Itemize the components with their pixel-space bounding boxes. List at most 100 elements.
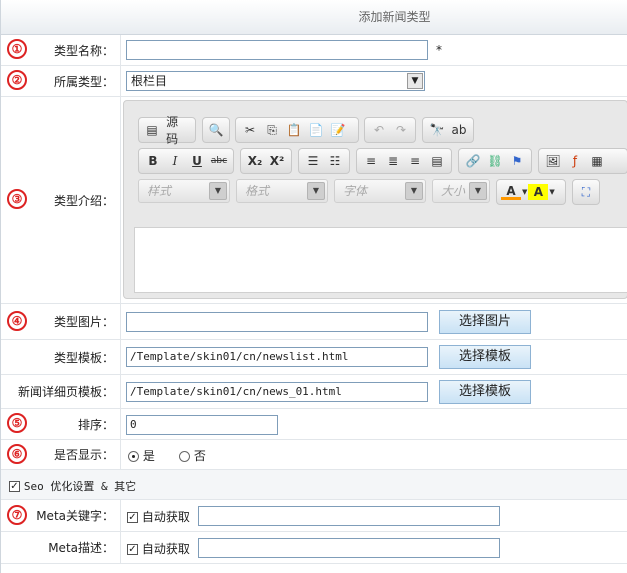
bold-button[interactable]: B <box>143 151 163 171</box>
font-combo-label: 字体 <box>343 184 368 198</box>
row-seo-section: ✓ Seo 优化设置 & 其它 <box>1 470 627 500</box>
chevron-down-icon[interactable]: ▼ <box>549 188 554 196</box>
paste-icon[interactable]: 📋 <box>284 120 304 140</box>
meta-keywords-auto-checkbox[interactable]: ✓ <box>127 512 138 523</box>
style-combo[interactable]: 样式 ▼ <box>138 179 230 203</box>
italic-button[interactable]: I <box>165 151 185 171</box>
visible-yes-option[interactable]: 是 <box>128 447 155 464</box>
color-group: A ▼ A ▼ <box>496 179 566 205</box>
find-icon[interactable]: 🔭 <box>427 120 447 140</box>
visible-no-option[interactable]: 否 <box>179 447 206 464</box>
row-type-image: ④ 类型图片： 选择图片 <box>1 304 627 340</box>
paste-word-icon[interactable]: 📝 <box>328 120 348 140</box>
chevron-down-icon[interactable]: ▼ <box>405 182 423 200</box>
chevron-down-icon[interactable]: ▼ <box>307 182 325 200</box>
sort-input[interactable]: 0 <box>126 415 278 435</box>
replace-icon[interactable]: ab <box>449 120 469 140</box>
align-right-icon[interactable]: ≡ <box>405 151 425 171</box>
basic-style-group: B I U abc <box>138 148 234 174</box>
redo-icon[interactable]: ↷ <box>391 120 411 140</box>
undo-group: ↶ ↷ <box>364 117 416 143</box>
font-color-button[interactable]: A <box>501 184 521 200</box>
detail-template-input[interactable]: /Template/skin01/cn/news_01.html <box>126 382 428 402</box>
format-combo[interactable]: 格式 ▼ <box>236 179 328 203</box>
bg-color-button[interactable]: A <box>528 184 549 200</box>
size-combo-label: 大小 <box>441 184 466 198</box>
type-name-input[interactable] <box>126 40 428 60</box>
form-title: 添加新闻类型 <box>1 0 627 35</box>
type-template-label: 类型模板： <box>1 340 121 374</box>
preview-icon[interactable]: 🔍 <box>207 120 225 140</box>
meta-description-input[interactable] <box>198 538 500 558</box>
table-icon[interactable]: ▦ <box>587 151 607 171</box>
align-justify-icon[interactable]: ▤ <box>427 151 447 171</box>
chevron-down-icon[interactable]: ▼ <box>209 182 227 200</box>
preview-group: 🔍 <box>202 117 230 143</box>
maximize-group: ⛶ <box>572 179 600 205</box>
type-image-label: 类型图片： <box>1 304 121 339</box>
meta-keywords-auto-label: 自动获取 <box>141 510 190 524</box>
visible-yes-radio[interactable] <box>128 451 139 462</box>
visible-yes-text: 是 <box>142 449 155 463</box>
link-group: 🔗 ⛓ ⚑ <box>458 148 532 174</box>
list-group: ☰ ☷ <box>298 148 350 174</box>
parent-type-select[interactable]: 根栏目 ▼ <box>126 71 425 91</box>
align-center-icon[interactable]: ≣ <box>383 151 403 171</box>
source-button[interactable]: 源码 <box>163 115 191 146</box>
bulleted-list-icon[interactable]: ☷ <box>325 151 345 171</box>
meta-keywords-auto[interactable]: ✓ 自动获取 <box>127 508 190 525</box>
row-meta-keywords: ⑦ Meta关键字： ✓ 自动获取 <box>1 500 627 532</box>
align-left-icon[interactable]: ≡ <box>361 151 381 171</box>
seo-toggle[interactable]: ✓ Seo 优化设置 & 其它 <box>9 478 136 494</box>
subscript-button[interactable]: X₂ <box>245 151 265 171</box>
required-mark: * <box>436 43 442 57</box>
meta-description-auto[interactable]: ✓ 自动获取 <box>127 540 190 557</box>
link-icon[interactable]: 🔗 <box>463 151 483 171</box>
align-group: ≡ ≣ ≡ ▤ <box>356 148 452 174</box>
select-image-button[interactable]: 选择图片 <box>439 310 531 334</box>
type-template-input[interactable]: /Template/skin01/cn/newslist.html <box>126 347 428 367</box>
superscript-button[interactable]: X² <box>267 151 287 171</box>
size-combo[interactable]: 大小 ▼ <box>432 179 490 203</box>
add-news-type-form: 添加新闻类型 ① 类型名称： * ② 所属类型： 根栏目 ▼ ③ 类型介绍： ▤… <box>0 0 627 573</box>
chevron-down-icon[interactable]: ▼ <box>469 182 487 200</box>
meta-keywords-label: Meta关键字： <box>1 500 121 531</box>
editor-content-area[interactable] <box>134 227 627 293</box>
meta-keywords-input[interactable] <box>198 506 500 526</box>
anchor-flag-icon[interactable]: ⚑ <box>507 151 527 171</box>
numbered-list-icon[interactable]: ☰ <box>303 151 323 171</box>
chevron-down-icon[interactable]: ▼ <box>522 188 527 196</box>
row-type-template: 类型模板： /Template/skin01/cn/newslist.html … <box>1 340 627 375</box>
meta-description-auto-checkbox[interactable]: ✓ <box>127 544 138 555</box>
row-sort: ⑤ 排序： 0 <box>1 409 627 440</box>
undo-icon[interactable]: ↶ <box>369 120 389 140</box>
select-template-button[interactable]: 选择模板 <box>439 345 531 369</box>
paste-text-icon[interactable]: 📄 <box>306 120 326 140</box>
chevron-down-icon[interactable]: ▼ <box>407 73 423 89</box>
find-group: 🔭 ab <box>422 117 474 143</box>
script-group: X₂ X² <box>240 148 292 174</box>
row-visible: ⑥ 是否显示： 是 否 <box>1 440 627 470</box>
flash-icon[interactable]: ƒ <box>565 151 585 171</box>
select-detail-template-button[interactable]: 选择模板 <box>439 380 531 404</box>
seo-section-label: Seo 优化设置 & 其它 <box>23 480 137 493</box>
clipboard-group: ✂ ⎘ 📋 📄 📝 <box>235 117 359 143</box>
image-icon[interactable]: 🖼 <box>543 151 563 171</box>
visible-no-radio[interactable] <box>179 451 190 462</box>
visible-label: 是否显示： <box>1 440 121 469</box>
row-type-name: ① 类型名称： * <box>1 35 627 66</box>
underline-button[interactable]: U <box>187 151 207 171</box>
unlink-icon[interactable]: ⛓ <box>485 151 505 171</box>
source-icon[interactable]: ▤ <box>143 120 161 140</box>
sort-label: 排序： <box>1 409 121 439</box>
font-combo[interactable]: 字体 ▼ <box>334 179 426 203</box>
type-image-input[interactable] <box>126 312 428 332</box>
strike-button[interactable]: abc <box>209 151 229 171</box>
maximize-icon[interactable]: ⛶ <box>577 182 595 202</box>
seo-checkbox[interactable]: ✓ <box>9 481 20 492</box>
meta-description-auto-label: 自动获取 <box>141 542 190 556</box>
cut-icon[interactable]: ✂ <box>240 120 260 140</box>
type-name-label: 类型名称： <box>1 35 121 65</box>
copy-icon[interactable]: ⎘ <box>262 120 282 140</box>
rich-text-editor: ▤ 源码 🔍 ✂ ⎘ 📋 📄 📝 ↶ ↷ 🔭 ab B I U abc X₂ X… <box>123 100 627 299</box>
